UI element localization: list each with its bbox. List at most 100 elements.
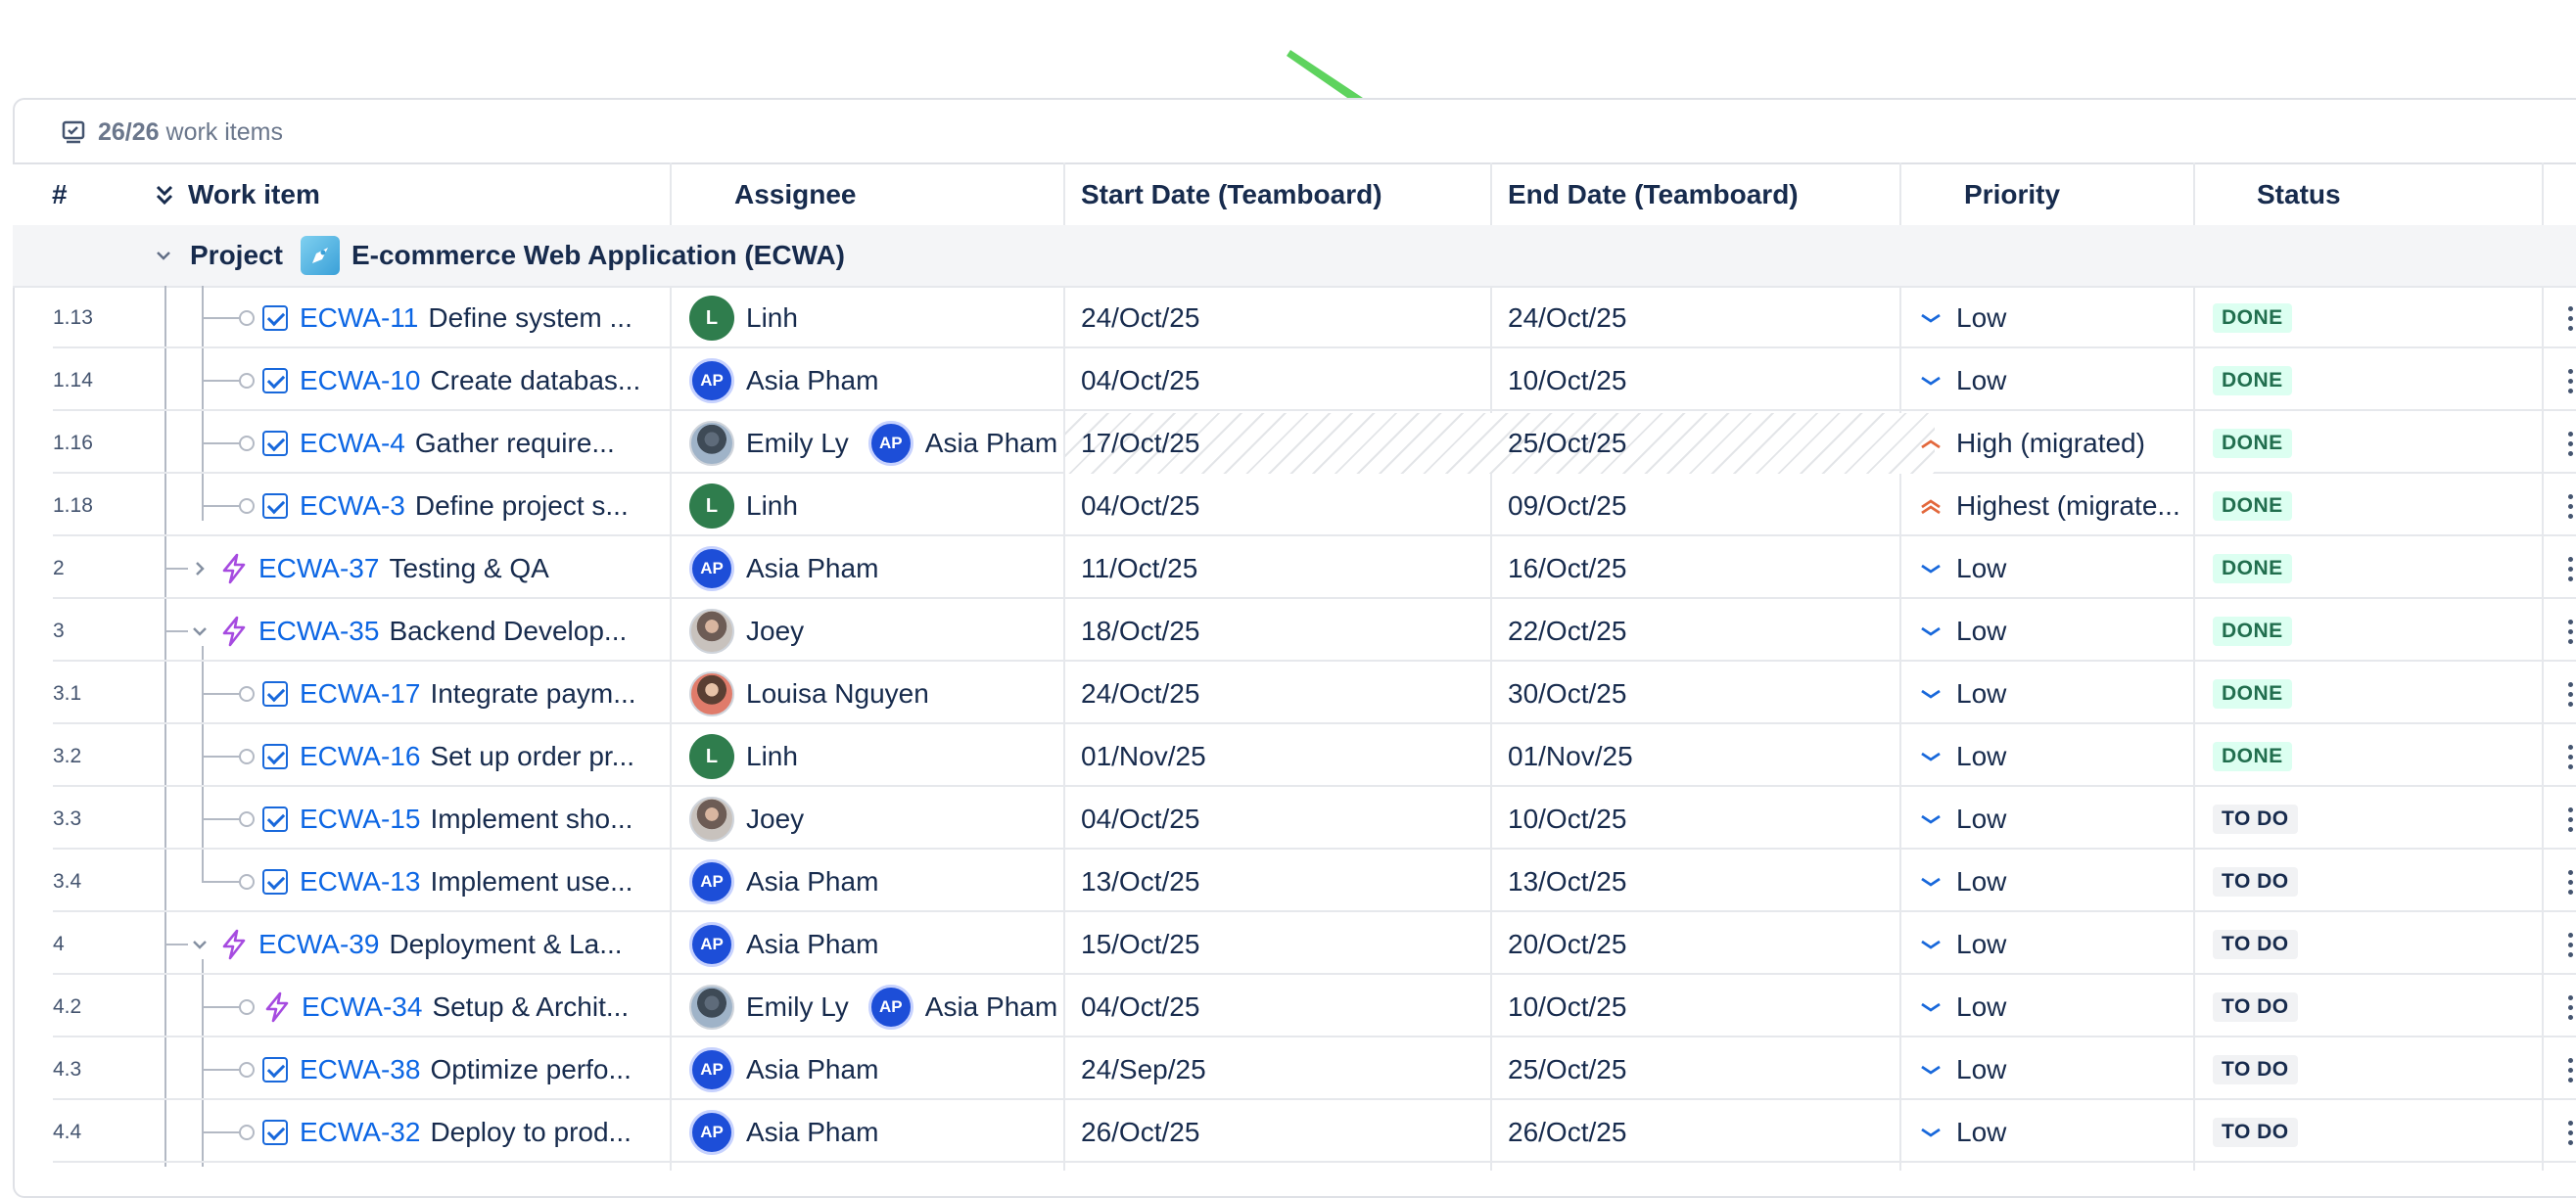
table-row[interactable]: 1.16 ECWA-4 Gather require... Emily Ly AP Asi…: [53, 413, 2576, 474]
work-item-cell[interactable]: ECWA-38 Optimize perfo...: [239, 1039, 632, 1100]
assignee-cell[interactable]: L Linh: [689, 288, 818, 348]
start-date[interactable]: 18/Oct/25: [1081, 601, 1199, 662]
column-header-work-item[interactable]: Work item: [155, 164, 320, 225]
status-cell[interactable]: TO DO: [2213, 852, 2298, 912]
assignee-cell[interactable]: Joey: [689, 601, 823, 662]
end-date[interactable]: 20/Oct/25: [1508, 914, 1626, 975]
start-date[interactable]: 24/Oct/25: [1081, 664, 1199, 724]
end-date[interactable]: 26/Oct/25: [1508, 1102, 1626, 1163]
assignee-cell[interactable]: L Linh: [689, 476, 818, 536]
more-actions-icon[interactable]: [2561, 726, 2576, 787]
priority-cell[interactable]: Low: [1919, 789, 2006, 850]
chevron-down-icon[interactable]: [190, 935, 210, 954]
work-item-key[interactable]: ECWA-17: [300, 678, 420, 710]
more-actions-icon[interactable]: [2561, 1102, 2576, 1163]
status-cell[interactable]: DONE: [2213, 538, 2292, 599]
end-date[interactable]: 24/Oct/25: [1508, 288, 1626, 348]
start-date[interactable]: 04/Oct/25: [1081, 476, 1199, 536]
work-item-cell[interactable]: ECWA-13 Implement use...: [239, 852, 632, 912]
status-badge[interactable]: DONE: [2213, 491, 2292, 521]
work-item-cell[interactable]: ECWA-11 Define system ...: [239, 288, 632, 348]
table-row[interactable]: 3.2 ECWA-16 Set up order pr... L Linh 01/Nov/…: [53, 726, 2576, 787]
end-date[interactable]: 01/Nov/25: [1508, 726, 1633, 787]
end-date[interactable]: 10/Oct/25: [1508, 977, 1626, 1037]
status-badge[interactable]: TO DO: [2213, 930, 2298, 959]
status-badge[interactable]: TO DO: [2213, 1118, 2298, 1147]
chevron-right-icon[interactable]: [190, 559, 210, 578]
work-item-title[interactable]: Integrate paym...: [430, 678, 635, 710]
status-cell[interactable]: DONE: [2213, 413, 2292, 474]
work-item-cell[interactable]: ECWA-32 Deploy to prod...: [239, 1102, 632, 1163]
status-cell[interactable]: DONE: [2213, 350, 2292, 411]
table-row[interactable]: 1.18 ECWA-3 Define project s... L Linh 04/Oct…: [53, 476, 2576, 536]
chevron-down-icon[interactable]: [190, 622, 210, 641]
start-date[interactable]: 13/Oct/25: [1081, 852, 1199, 912]
work-item-key[interactable]: ECWA-4: [300, 428, 405, 459]
more-actions-icon[interactable]: [2561, 914, 2576, 975]
status-badge[interactable]: TO DO: [2213, 992, 2298, 1022]
start-date[interactable]: 04/Oct/25: [1081, 350, 1199, 411]
work-item-key[interactable]: ECWA-10: [300, 365, 420, 396]
start-date[interactable]: 26/Oct/25: [1081, 1102, 1199, 1163]
work-item-title[interactable]: Gather require...: [415, 428, 615, 459]
group-row-project[interactable]: Project E-commerce Web Application (ECWA…: [13, 225, 2576, 288]
status-badge[interactable]: DONE: [2213, 679, 2292, 709]
work-item-title[interactable]: Implement use...: [430, 866, 632, 898]
work-item-title[interactable]: Create databas...: [430, 365, 640, 396]
column-header-status[interactable]: Status: [2257, 164, 2341, 225]
table-row[interactable]: 2 ECWA-37 Testing & QA AP Asia Pham 11/Oct/25…: [53, 538, 2576, 599]
end-date[interactable]: 10/Oct/25: [1508, 789, 1626, 850]
work-item-key[interactable]: ECWA-35: [258, 616, 379, 647]
work-item-cell[interactable]: ECWA-17 Integrate paym...: [239, 664, 636, 724]
priority-cell[interactable]: Low: [1919, 726, 2006, 787]
status-cell[interactable]: DONE: [2213, 664, 2292, 724]
work-item-cell[interactable]: ECWA-10 Create databas...: [239, 350, 640, 411]
work-item-title[interactable]: Optimize perfo...: [430, 1054, 631, 1085]
more-actions-icon[interactable]: [2561, 852, 2576, 912]
end-date[interactable]: 10/Oct/25: [1508, 350, 1626, 411]
more-actions-icon[interactable]: [2561, 350, 2576, 411]
end-date[interactable]: 13/Oct/25: [1508, 852, 1626, 912]
status-cell[interactable]: DONE: [2213, 476, 2292, 536]
status-cell[interactable]: TO DO: [2213, 977, 2298, 1037]
priority-cell[interactable]: Low: [1919, 601, 2006, 662]
work-item-cell[interactable]: ECWA-34 Setup & Archit...: [239, 977, 629, 1037]
status-cell[interactable]: DONE: [2213, 601, 2292, 662]
collapse-all-icon[interactable]: [155, 183, 174, 207]
assignee-cell[interactable]: AP Asia Pham: [689, 1102, 898, 1163]
start-date[interactable]: 24/Sep/25: [1081, 1039, 1206, 1100]
start-date[interactable]: 17/Oct/25: [1081, 413, 1199, 474]
work-item-cell[interactable]: ECWA-37 Testing & QA: [190, 538, 549, 599]
work-item-title[interactable]: Setup & Archit...: [432, 991, 629, 1023]
assignee-cell[interactable]: Louisa Nguyen: [689, 664, 949, 724]
work-item-title[interactable]: Testing & QA: [389, 553, 548, 584]
assignee-cell[interactable]: AP Asia Pham: [689, 350, 898, 411]
assignee-cell[interactable]: AP Asia Pham: [689, 538, 898, 599]
status-badge[interactable]: DONE: [2213, 366, 2292, 395]
status-badge[interactable]: TO DO: [2213, 805, 2298, 834]
priority-cell[interactable]: Low: [1919, 664, 2006, 724]
work-item-key[interactable]: ECWA-38: [300, 1054, 420, 1085]
assignee-cell[interactable]: AP Asia Pham: [689, 1039, 898, 1100]
work-item-key[interactable]: ECWA-39: [258, 929, 379, 960]
status-badge[interactable]: DONE: [2213, 554, 2292, 583]
priority-cell[interactable]: Low: [1919, 977, 2006, 1037]
start-date[interactable]: 04/Oct/25: [1081, 977, 1199, 1037]
priority-cell[interactable]: Low: [1919, 538, 2006, 599]
table-row[interactable]: 3.1 ECWA-17 Integrate paym... Louisa Nguyen…: [53, 664, 2576, 724]
assignee-cell[interactable]: L Linh: [689, 726, 818, 787]
assignee-cell[interactable]: Emily Ly AP Asia Pham: [689, 413, 1077, 474]
status-badge[interactable]: DONE: [2213, 303, 2292, 333]
column-header-end-date[interactable]: End Date (Teamboard): [1508, 164, 1799, 225]
priority-cell[interactable]: Low: [1919, 914, 2006, 975]
work-item-cell[interactable]: ECWA-16 Set up order pr...: [239, 726, 634, 787]
work-item-title[interactable]: Implement sho...: [430, 804, 632, 835]
work-item-key[interactable]: ECWA-37: [258, 553, 379, 584]
status-badge[interactable]: DONE: [2213, 742, 2292, 771]
assignee-cell[interactable]: Joey: [689, 789, 823, 850]
status-cell[interactable]: DONE: [2213, 288, 2292, 348]
table-row[interactable]: 3 ECWA-35 Backend Develop... Joey 18/Oct/25 2…: [53, 601, 2576, 662]
work-item-cell[interactable]: ECWA-4 Gather require...: [239, 413, 615, 474]
start-date[interactable]: 11/Oct/25: [1081, 538, 1197, 599]
status-badge[interactable]: DONE: [2213, 617, 2292, 646]
